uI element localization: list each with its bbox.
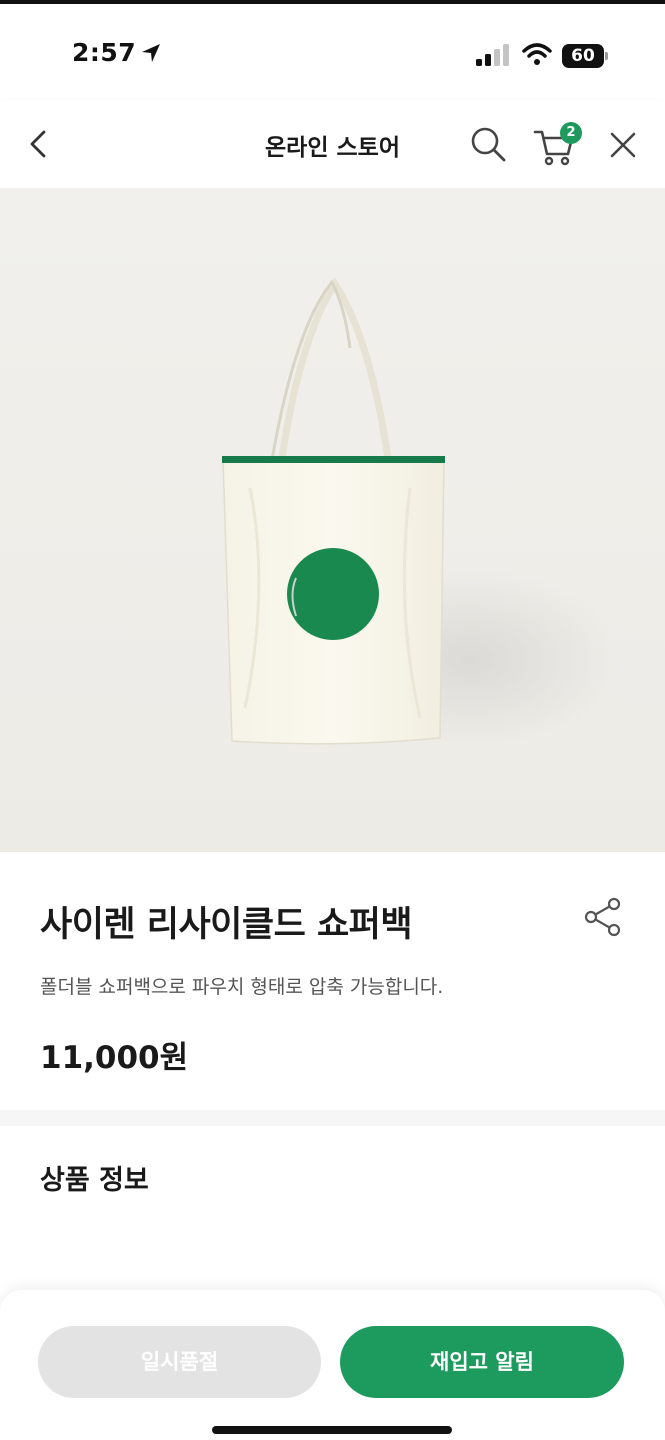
location-arrow-icon	[142, 44, 160, 62]
section-divider	[0, 1110, 665, 1126]
search-icon[interactable]	[468, 124, 508, 164]
cart-count-badge: 2	[560, 122, 582, 144]
status-bar: 2:57 60	[0, 4, 665, 100]
battery-level: 60	[571, 46, 595, 66]
product-info: 사이렌 리사이클드 쇼퍼백 폴더블 쇼퍼백으로 파우치 형태로 압축 가능합니다…	[0, 852, 665, 1110]
restock-alert-button[interactable]: 재입고 알림	[340, 1326, 624, 1398]
tote-bag-illustration	[0, 188, 665, 852]
status-time: 2:57	[72, 38, 137, 67]
cellular-signal-icon	[476, 44, 509, 66]
nav-bar: 온라인 스토어 2	[0, 100, 665, 188]
home-indicator[interactable]	[212, 1426, 452, 1434]
product-name: 사이렌 리사이클드 쇼퍼백	[40, 905, 413, 945]
product-price: 11,000원	[40, 1040, 189, 1076]
battery-tip	[605, 52, 608, 60]
product-image	[0, 188, 665, 852]
battery-indicator: 60	[562, 44, 608, 68]
share-icon[interactable]	[582, 896, 624, 938]
product-details-section: 상품 정보	[0, 1126, 665, 1306]
bottom-action-bar: 일시품절 재입고 알림	[0, 1290, 665, 1440]
sold-out-button[interactable]: 일시품절	[38, 1326, 321, 1398]
close-icon[interactable]	[606, 128, 640, 162]
cart-button[interactable]: 2	[532, 122, 582, 166]
wifi-icon	[522, 43, 552, 65]
product-details-title: 상품 정보	[40, 1165, 149, 1196]
product-description: 폴더블 쇼퍼백으로 파우치 형태로 압축 가능합니다.	[40, 976, 444, 998]
